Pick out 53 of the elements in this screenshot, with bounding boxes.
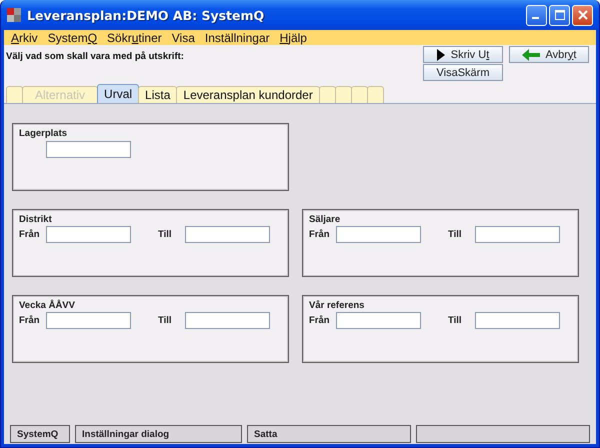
maximize-button[interactable] bbox=[549, 4, 570, 26]
field-label: Från bbox=[309, 229, 331, 240]
group-title: Säljare bbox=[309, 214, 342, 225]
tab[interactable] bbox=[350, 86, 368, 103]
tab[interactable] bbox=[366, 86, 384, 103]
field-label: Från bbox=[309, 315, 331, 326]
input-field[interactable] bbox=[336, 226, 421, 243]
cancel-button[interactable]: Avbryt bbox=[509, 46, 589, 63]
show-screen-button[interactable]: VisaSkärm bbox=[423, 64, 503, 81]
group-title: Vecka ÅÅVV bbox=[19, 300, 76, 311]
group-title: Lagerplats bbox=[19, 128, 68, 139]
input-field[interactable] bbox=[185, 226, 270, 243]
minimize-icon bbox=[532, 17, 538, 19]
tab[interactable]: Urval bbox=[97, 84, 140, 103]
tab[interactable] bbox=[6, 86, 23, 103]
menu-item[interactable]: Inställningar bbox=[200, 30, 275, 44]
tab[interactable]: Lista bbox=[138, 86, 178, 103]
status-cell: Satta bbox=[247, 425, 411, 443]
menu-item[interactable]: Arkiv bbox=[6, 30, 43, 44]
status-cell: SystemQ bbox=[10, 425, 70, 443]
field-label: Till bbox=[448, 229, 463, 240]
input-field[interactable] bbox=[475, 226, 560, 243]
input-field[interactable] bbox=[46, 226, 131, 243]
group-title: Distrikt bbox=[19, 214, 53, 225]
field-label: Från bbox=[19, 315, 41, 326]
field-label: Till bbox=[448, 315, 463, 326]
field-label: Till bbox=[158, 229, 173, 240]
play-icon bbox=[436, 48, 445, 60]
minimize-button[interactable] bbox=[526, 4, 547, 26]
tab[interactable] bbox=[318, 86, 336, 103]
close-button[interactable] bbox=[572, 4, 593, 26]
menu-item[interactable]: Visa bbox=[166, 30, 200, 44]
close-icon bbox=[578, 10, 588, 20]
instruction-text: Välj vad som skall vara med på utskrift: bbox=[6, 51, 184, 64]
app-icon bbox=[7, 8, 21, 22]
menu-item[interactable]: SystemQ bbox=[42, 30, 102, 44]
window-title: Leveransplan:DEMO AB: SystemQ bbox=[27, 8, 266, 22]
left-arrow-icon bbox=[522, 48, 540, 60]
group-title: Vår referens bbox=[309, 300, 366, 311]
tab[interactable] bbox=[334, 86, 352, 103]
print-button[interactable]: Skriv Ut bbox=[423, 46, 503, 63]
menu-item[interactable]: Hjälp bbox=[274, 30, 312, 44]
input-field[interactable] bbox=[46, 141, 131, 158]
tab[interactable]: Leveransplan kundorder bbox=[176, 86, 320, 103]
input-field[interactable] bbox=[336, 312, 421, 329]
input-field[interactable] bbox=[185, 312, 270, 329]
field-label: Till bbox=[158, 315, 173, 326]
input-field[interactable] bbox=[475, 312, 560, 329]
menu-item[interactable]: Sökrutiner bbox=[102, 30, 167, 44]
status-cell: Inställningar dialog bbox=[75, 425, 242, 443]
input-field[interactable] bbox=[46, 312, 131, 329]
maximize-icon bbox=[554, 10, 564, 20]
field-label: Från bbox=[19, 229, 41, 240]
